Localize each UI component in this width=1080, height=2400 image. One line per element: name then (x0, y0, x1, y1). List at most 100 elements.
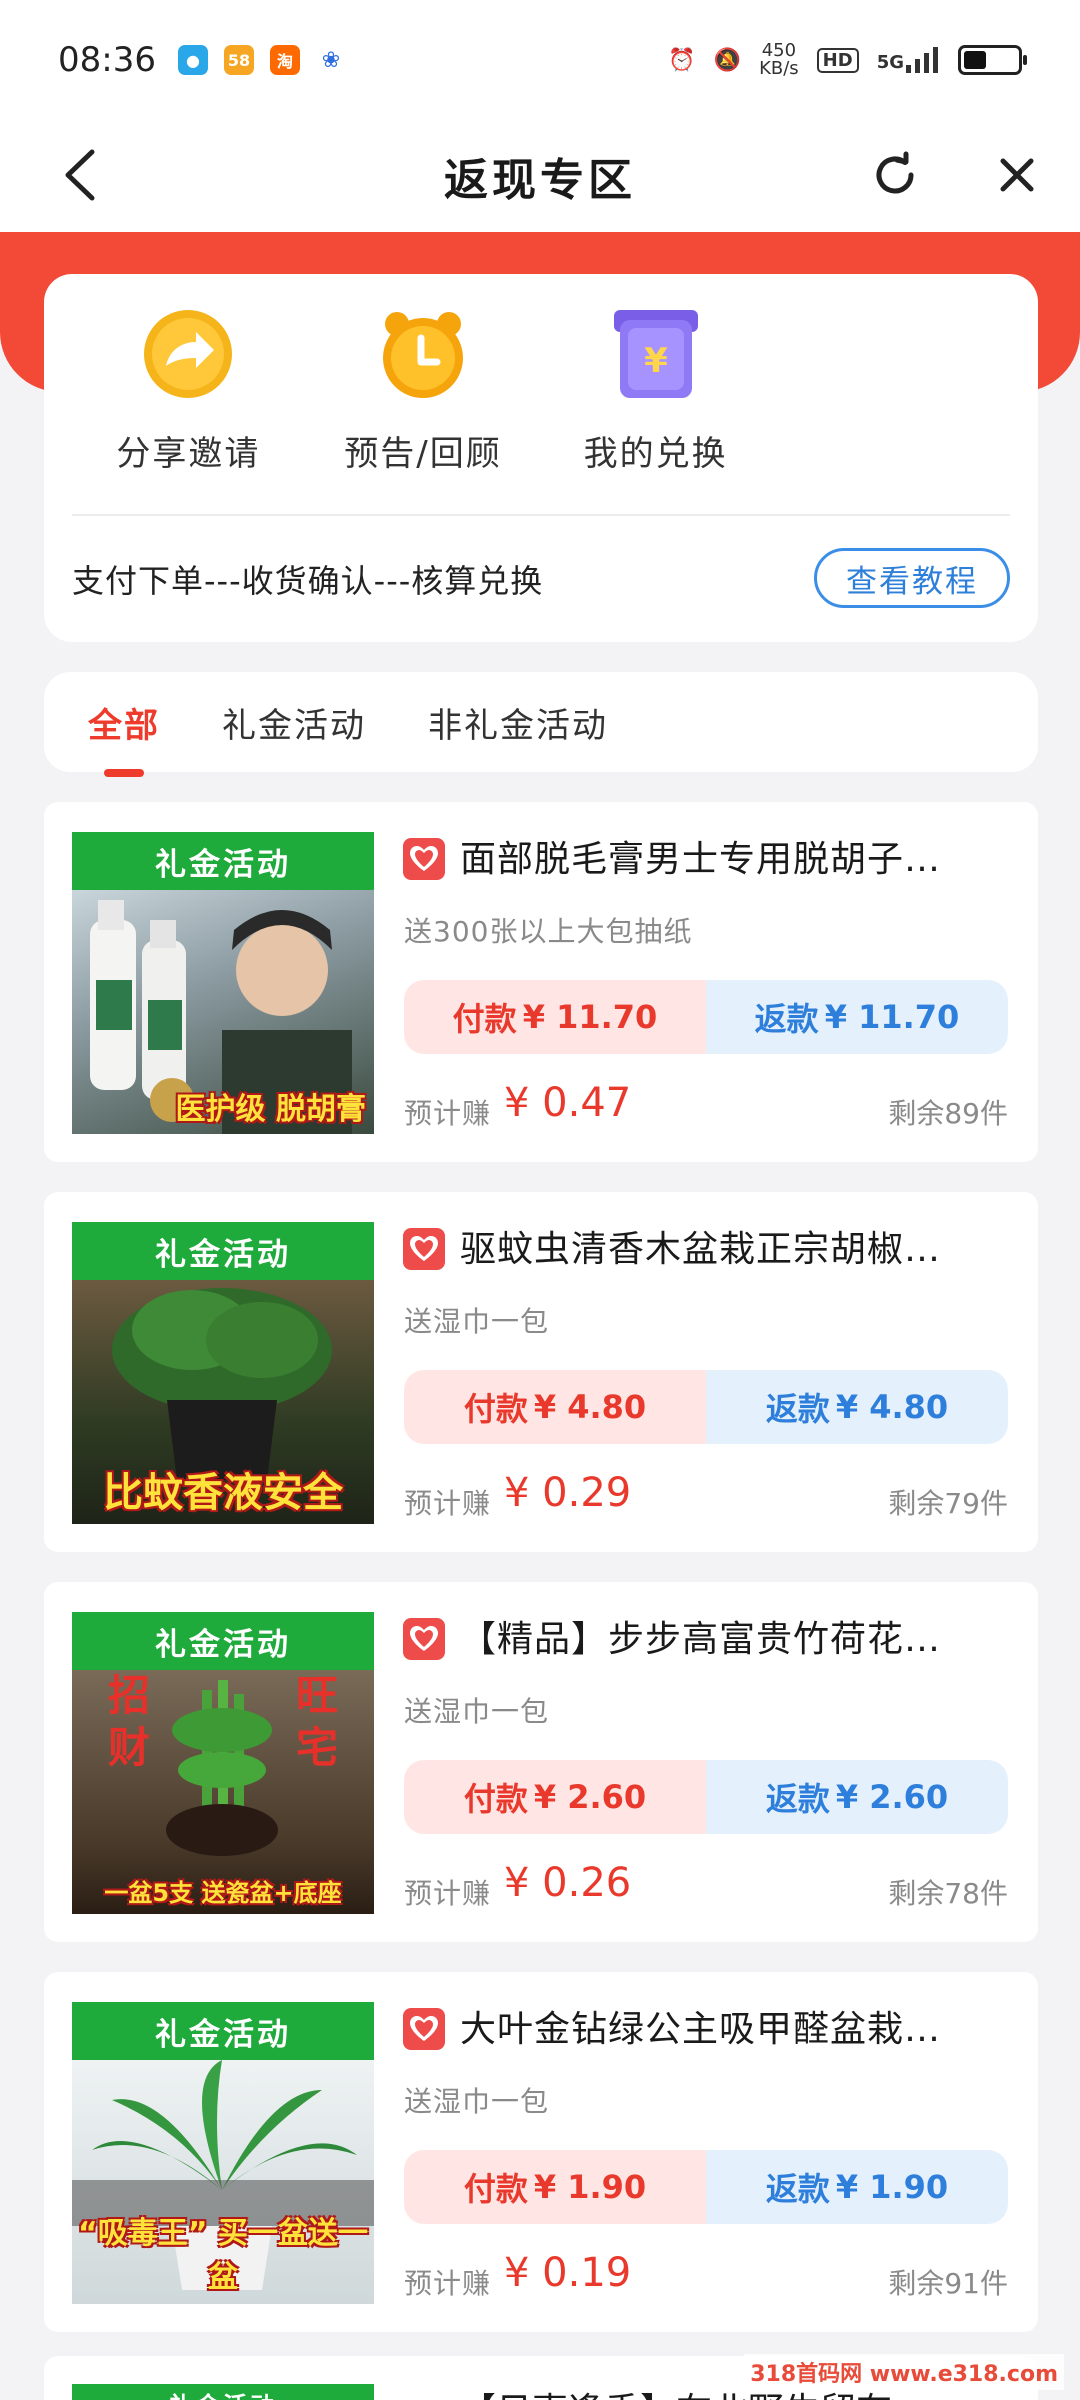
svg-text:财: 财 (108, 1723, 150, 1772)
pay-label: 付款 (463, 1390, 528, 1428)
refund-label: 返款 (765, 1780, 830, 1818)
refund-amount: ¥ 4.80 (835, 1388, 949, 1426)
preview-review-button[interactable]: 预告/回顾 (307, 306, 540, 476)
earn-label: 预计赚 (404, 2267, 492, 2300)
heart-icon (403, 2008, 445, 2050)
product-card[interactable]: 礼金活动 招 财 旺 宅 一盆5支 送瓷盆+底座 【精品】步步高富贵竹荷花… 送… (44, 1582, 1038, 1942)
product-tag: 礼金活动 (72, 2002, 374, 2060)
refund-price: 返款 ¥ 11.70 (706, 980, 1008, 1054)
pay-price: 付款 ¥ 11.70 (404, 980, 706, 1054)
product-title[interactable]: 【精品】步步高富贵竹荷花… (460, 1610, 1020, 1662)
pay-amount: ¥ 4.80 (533, 1388, 647, 1426)
stock-remaining: 剩余89件 (888, 1097, 1008, 1130)
product-image[interactable]: 礼金活动 医护级 脱胡膏 (72, 832, 374, 1134)
view-tutorial-button[interactable]: 查看教程 (814, 548, 1010, 608)
back-button[interactable] (44, 140, 114, 210)
tab-non-gift-cash[interactable]: 非礼金活动 (428, 698, 608, 747)
price-bar[interactable]: 付款 ¥ 11.70 返款 ¥ 11.70 (404, 980, 1008, 1054)
pay-amount: ¥ 11.70 (522, 998, 658, 1036)
refund-label: 返款 (765, 1390, 830, 1428)
product-tag: 礼金活动 (72, 2384, 374, 2400)
status-time: 08:36 (58, 40, 156, 80)
divider (72, 514, 1010, 516)
product-photo: 招 财 旺 宅 一盆5支 送瓷盆+底座 (72, 1670, 374, 1914)
product-gift: 送300张以上大包抽纸 (404, 915, 693, 948)
refund-price: 返款 ¥ 1.90 (706, 2150, 1008, 2224)
price-bar[interactable]: 付款 ¥ 1.90 返款 ¥ 1.90 (404, 2150, 1008, 2224)
product-image[interactable]: 礼金活动 招 财 旺 宅 一盆5支 送瓷盆+底座 (72, 1612, 374, 1914)
wechat-app-icon: ● (177, 45, 208, 75)
product-photo: 医护级 脱胡膏 (72, 890, 374, 1134)
product-tag: 礼金活动 (72, 1222, 374, 1280)
refund-price: 返款 ¥ 2.60 (706, 1760, 1008, 1834)
mute-bell-icon: 🔕 (713, 47, 742, 73)
refund-amount: ¥ 2.60 (835, 1778, 949, 1816)
battery-icon (958, 45, 1027, 75)
product-gift: 送湿巾一包 (404, 1305, 550, 1338)
heart-icon (403, 1618, 445, 1660)
baidu-app-icon: ❀ (315, 45, 346, 75)
refund-price: 返款 ¥ 4.80 (706, 1370, 1008, 1444)
taobao-app-icon: 淘 (269, 45, 300, 75)
product-card[interactable]: 礼金活动 比蚊香液安全 驱蚊虫清香木盆栽正宗胡椒… 送湿巾一包 付款 ¥ 4.80… (44, 1192, 1038, 1552)
share-arrow-icon (140, 306, 236, 402)
pay-label: 付款 (463, 1780, 528, 1818)
pay-label: 付款 (452, 1000, 517, 1038)
refresh-icon (876, 151, 914, 194)
product-image-caption: 医护级 脱胡膏 (175, 1092, 366, 1127)
refund-amount: ¥ 11.70 (824, 998, 960, 1036)
alarm-icon: ⏰ (668, 47, 696, 73)
tab-gift-cash[interactable]: 礼金活动 (222, 698, 366, 747)
product-gift: 送湿巾一包 (404, 2085, 550, 2118)
heart-icon (403, 1228, 445, 1270)
quick-actions-card: 分享邀请 预告/回顾 ¥ 我的兑换 支付下单---收货确认---核算兑换 查看教… (44, 274, 1038, 642)
product-image[interactable]: 礼金活动 比蚊香液安全 (72, 1222, 374, 1524)
stock-remaining: 剩余91件 (888, 2267, 1008, 2300)
product-title[interactable]: 驱蚊虫清香木盆栽正宗胡椒… (460, 1220, 1020, 1272)
price-bar[interactable]: 付款 ¥ 2.60 返款 ¥ 2.60 (404, 1760, 1008, 1834)
status-app-icons: ● 58 淘 ❀ (177, 45, 346, 75)
my-exchange-button[interactable]: ¥ 我的兑换 (539, 306, 772, 476)
product-tag: 礼金活动 (72, 832, 374, 890)
pay-price: 付款 ¥ 2.60 (404, 1760, 706, 1834)
alarm-clock-icon (375, 306, 471, 402)
preview-review-label: 预告/回顾 (344, 434, 502, 474)
close-icon (1000, 158, 1034, 192)
quick-actions: 分享邀请 预告/回顾 ¥ 我的兑换 (72, 306, 772, 476)
product-image-caption: 比蚊香液安全 (103, 1470, 343, 1516)
product-card[interactable]: 礼金活动 “吸毒王” 买一盆送一盆 大叶金钻绿公主吸甲醛盆栽… 送湿巾一包 付款… (44, 1972, 1038, 2332)
yuan-exchange-icon: ¥ (608, 306, 704, 402)
earn-value: ¥ 0.29 (504, 1470, 632, 1516)
net-speed: 450 KB/s (759, 42, 799, 78)
net-speed-unit: KB/s (759, 58, 799, 79)
product-title[interactable]: 大叶金钻绿公主吸甲醛盆栽… (460, 2000, 1020, 2052)
status-bar: 08:36 ● 58 淘 ❀ ⏰ 🔕 450 KB/s HD 5G (0, 0, 1080, 120)
earn-value: ¥ 0.47 (504, 1080, 632, 1126)
nav-bar: 返现专区 (0, 120, 1080, 232)
product-gift: 送湿巾一包 (404, 1695, 550, 1728)
hd-badge: HD (816, 47, 859, 73)
price-bar[interactable]: 付款 ¥ 4.80 返款 ¥ 4.80 (404, 1370, 1008, 1444)
product-card[interactable]: 礼金活动 医护级 脱胡膏 面部脱毛膏男士专用脱胡子… 送300张以上大包抽纸 付… (44, 802, 1038, 1162)
heart-icon (403, 838, 445, 880)
product-image-caption: 一盆5支 送瓷盆+底座 (104, 1879, 342, 1907)
product-photo: “吸毒王” 买一盆送一盆 (72, 2060, 374, 2304)
category-tabs: 全部 礼金活动 非礼金活动 (44, 672, 1038, 777)
share-invite-button[interactable]: 分享邀请 (72, 306, 305, 476)
pay-amount: ¥ 1.90 (533, 2168, 647, 2206)
signal-icon: 5G (877, 47, 940, 73)
chevron-left-icon (65, 149, 95, 201)
product-image[interactable]: 礼金活动 “吸毒王” 买一盆送一盆 (72, 2002, 374, 2304)
refund-label: 返款 (754, 1000, 819, 1038)
pay-price: 付款 ¥ 1.90 (404, 2150, 706, 2224)
refund-amount: ¥ 1.90 (835, 2168, 949, 2206)
product-title[interactable]: 面部脱毛膏男士专用脱胡子… (460, 830, 1020, 882)
tab-all[interactable]: 全部 (88, 698, 160, 777)
earn-label: 预计赚 (404, 1487, 492, 1520)
refresh-button[interactable] (860, 140, 930, 210)
58-app-icon: 58 (223, 45, 254, 75)
close-button[interactable] (982, 140, 1052, 210)
my-exchange-label: 我的兑换 (583, 434, 728, 474)
stock-remaining: 剩余78件 (888, 1877, 1008, 1910)
order-flow-text: 支付下单---收货确认---核算兑换 (72, 562, 544, 600)
